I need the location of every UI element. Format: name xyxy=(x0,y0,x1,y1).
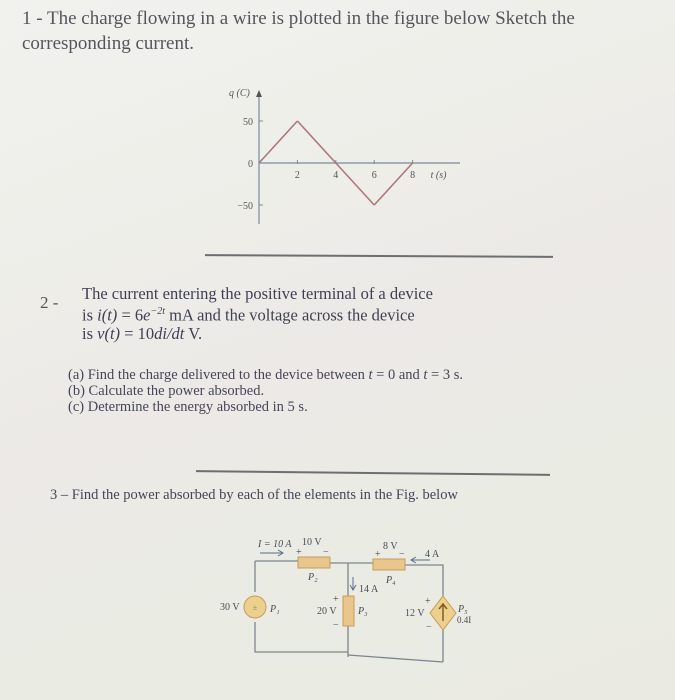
part-b: (b) Calculate the power absorbed. xyxy=(68,383,265,399)
minus-p2: − xyxy=(323,547,329,558)
charge-chart: 2 4 6 8 50 0 −50 q (C) t (s) xyxy=(229,88,460,224)
part-a-end: = 3 s. xyxy=(427,367,463,383)
label-current-i: I = 10 A xyxy=(257,539,292,550)
x-tick-label: 2 xyxy=(295,170,300,181)
question-1: 1 - The charge flowing in a wire is plot… xyxy=(22,6,672,56)
voltage-function: v(t) xyxy=(97,323,121,343)
element-p2[interactable] xyxy=(297,556,331,569)
derivative: di/dt xyxy=(154,323,185,343)
charge-line-segment xyxy=(258,120,298,164)
charge-line-segment xyxy=(296,120,337,164)
equals-10: = 10 xyxy=(120,323,155,343)
current-arrow-i-icon xyxy=(260,549,284,557)
plus-p5: + xyxy=(425,596,431,607)
question-2-line-2: is i(t) = 6e−2t mA and the voltage acros… xyxy=(82,303,433,325)
current-arrow-14a-icon xyxy=(349,577,357,591)
question-1-text-line-1: 1 - The charge flowing in a wire is plot… xyxy=(22,8,575,29)
source-polarity-icon: ± xyxy=(253,603,258,612)
part-a-mid: = 0 and xyxy=(372,367,424,383)
equals-6: = 6 xyxy=(117,305,144,325)
question-2-parts: (a) Find the charge delivered to the dev… xyxy=(68,367,463,415)
element-p4[interactable] xyxy=(372,558,406,571)
y-tick-label: 50 xyxy=(243,117,253,128)
exponent: −2t xyxy=(150,306,165,317)
plus-p3: + xyxy=(333,594,339,605)
label-v-p2: 10 V xyxy=(302,537,322,548)
y-tick-label: 0 xyxy=(248,159,253,170)
label-p5: P₅ xyxy=(457,604,468,615)
question-2: The current entering the positive termin… xyxy=(82,285,433,343)
label-p3: P₃ xyxy=(357,606,368,617)
text-ma: mA and the voltage across the device xyxy=(164,305,415,325)
question-1-line-1: 1 - The charge flowing in a wire is plot… xyxy=(22,6,665,31)
question-1-line-2: corresponding current. xyxy=(22,33,194,54)
label-source-v: 30 V xyxy=(220,602,240,613)
label-14a: 14 A xyxy=(359,584,379,595)
label-v-p3: 20 V xyxy=(317,606,337,617)
divider-2 xyxy=(195,470,551,476)
text-is-2: is xyxy=(82,323,98,343)
x-tick-label: 6 xyxy=(372,170,377,181)
current-function: i(t) xyxy=(97,305,118,325)
plus-p4: + xyxy=(375,549,381,560)
label-p4: P₄ xyxy=(385,575,396,586)
label-dep-source: 0.4I xyxy=(457,615,471,625)
question-2-line-1: The current entering the positive termin… xyxy=(82,284,433,303)
part-a: (a) Find the charge delivered to the dev… xyxy=(68,367,463,383)
label-v-p5: 12 V xyxy=(405,608,425,619)
y-axis-arrow-icon xyxy=(256,90,262,97)
text-is: is xyxy=(82,305,98,325)
x-axis-label: t (s) xyxy=(431,170,448,181)
label-p1: P₁ xyxy=(269,604,280,615)
exponent-text: −2t xyxy=(150,306,165,317)
y-tick-label: −50 xyxy=(237,201,253,212)
x-tick-label: 8 xyxy=(410,170,415,181)
plus-p2: + xyxy=(296,547,302,558)
part-c: (c) Determine the energy absorbed in 5 s… xyxy=(68,399,308,415)
question-3: 3 – Find the power absorbed by each of t… xyxy=(50,487,458,503)
circuit-diagram: ± I = 10 A 10 V + − P₂ 8 V + − P₄ 4 A 14… xyxy=(220,537,471,663)
label-4a: 4 A xyxy=(425,549,440,560)
part-a-text: (a) Find the charge delivered to the dev… xyxy=(68,367,369,383)
text-v: V. xyxy=(184,323,203,343)
y-axis-label: q (C) xyxy=(229,88,251,99)
x-tick-label: 4 xyxy=(333,170,338,181)
charge-line-segment xyxy=(335,162,375,206)
minus-p4: − xyxy=(399,549,405,560)
charge-line-segment xyxy=(373,162,414,206)
label-p2: P₂ xyxy=(307,572,318,583)
minus-p5: − xyxy=(426,622,432,633)
question-2-line-3: is v(t) = 10di/dt V. xyxy=(82,323,433,343)
minus-p3: − xyxy=(333,620,339,631)
element-p3[interactable] xyxy=(342,595,355,627)
divider-1 xyxy=(204,254,554,258)
label-v-p4: 8 V xyxy=(383,541,398,552)
question-2-number: 2 - xyxy=(40,293,59,312)
